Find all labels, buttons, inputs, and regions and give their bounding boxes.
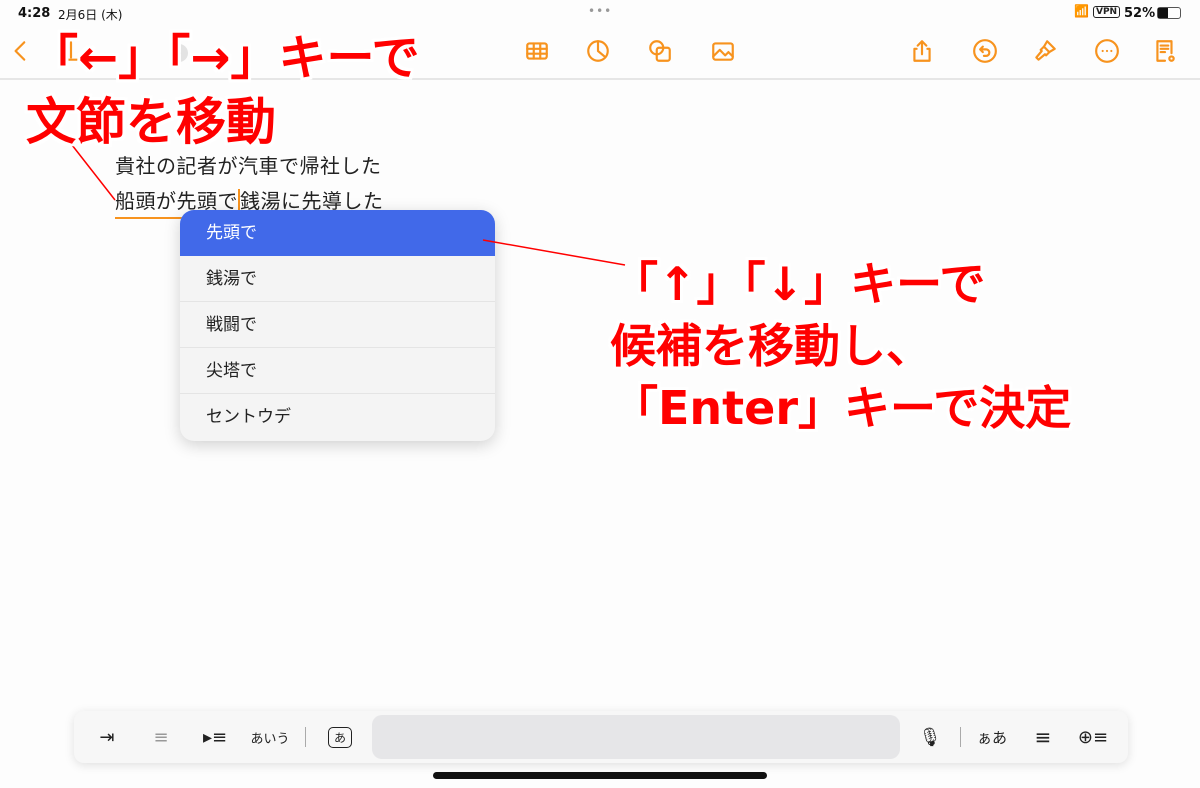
separator — [960, 727, 961, 747]
script-button[interactable]: ぁあ — [972, 711, 1012, 763]
tab-icon[interactable]: ⇥ — [92, 711, 122, 763]
annotation-line-right — [482, 239, 626, 266]
annotation-right-line2: 候補を移動し、 — [610, 319, 932, 373]
candidate-input-field[interactable] — [372, 715, 900, 759]
annotation-right-line3: 「Enter」キーで決定 — [612, 381, 1072, 435]
indent-icon[interactable]: ▸≡ — [200, 711, 230, 763]
align-icon[interactable]: ≡ — [1028, 711, 1058, 763]
input-mode-label: あ — [327, 726, 352, 748]
insert-list-icon[interactable]: ⊕≡ — [1078, 711, 1108, 763]
microphone-icon[interactable]: 🎙 — [916, 711, 944, 763]
home-indicator[interactable] — [433, 772, 767, 779]
annotation-left-line2: 文節を移動 — [26, 93, 276, 151]
annotation-left-line1: 「←」「→」キーで — [30, 30, 420, 86]
kana-button[interactable]: あいう — [248, 711, 292, 763]
input-mode-button[interactable]: あ — [325, 711, 355, 763]
separator — [305, 727, 306, 747]
annotation-right-line1: 「↑」「↓」キーで — [612, 257, 986, 311]
outdent-icon[interactable]: ≡ — [146, 711, 176, 763]
